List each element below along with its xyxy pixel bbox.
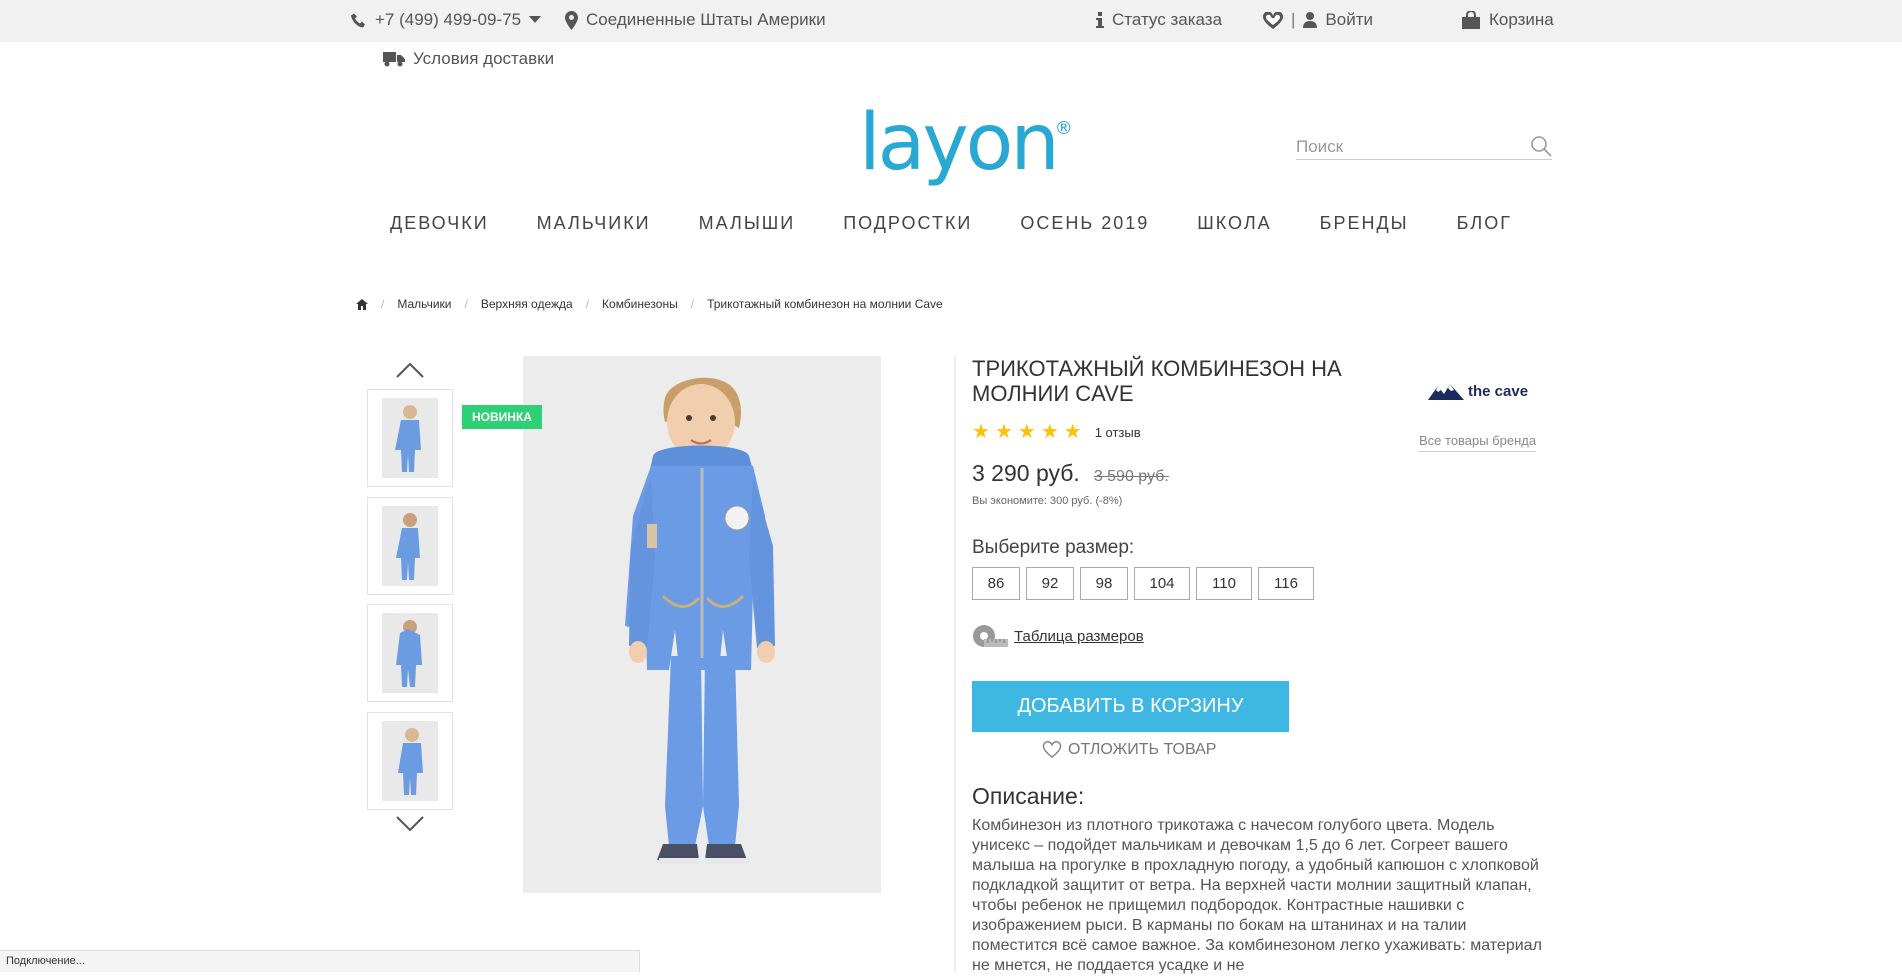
price-block: 3 290 руб. 3 590 руб. xyxy=(972,460,1169,487)
nav-item-blog[interactable]: БЛОГ xyxy=(1457,213,1512,234)
search-input[interactable] xyxy=(1296,128,1516,158)
column-divider xyxy=(954,356,956,972)
star-icon: ★ xyxy=(994,421,1013,443)
reviews-count-link[interactable]: 1 отзыв xyxy=(1095,425,1141,440)
new-badge: НОВИНКА xyxy=(462,405,542,429)
search-box xyxy=(1296,128,1552,160)
cart-link[interactable]: Корзина xyxy=(1461,10,1554,30)
phone-number: +7 (499) 499-09-75 xyxy=(375,10,522,29)
old-price: 3 590 руб. xyxy=(1093,468,1169,485)
size-option[interactable]: 86 xyxy=(972,567,1020,600)
size-option[interactable]: 92 xyxy=(1026,567,1074,600)
size-option[interactable]: 104 xyxy=(1134,567,1190,600)
chevron-down-icon[interactable] xyxy=(395,814,425,834)
gallery-thumbnail[interactable] xyxy=(367,497,453,595)
mountain-icon xyxy=(1428,384,1464,400)
rating-stars[interactable]: ★ ★ ★ ★ ★ 1 отзыв xyxy=(972,422,1141,442)
nav-item-autumn[interactable]: ОСЕНЬ 2019 xyxy=(1020,213,1149,234)
description-heading: Описание: xyxy=(972,783,1085,809)
site-logo[interactable]: layon ® xyxy=(859,104,1073,182)
brand-name: the cave xyxy=(1468,382,1529,400)
star-icon: ★ xyxy=(1063,421,1082,443)
phone-icon xyxy=(351,13,365,27)
home-icon[interactable] xyxy=(356,298,368,310)
product-title: ТРИКОТАЖНЫЙ КОМБИНЕЗОН НА МОЛНИИ CAVE xyxy=(972,356,1342,406)
breadcrumb-separator: / xyxy=(690,297,695,311)
shopping-bag-icon xyxy=(1462,11,1480,29)
brand-all-products-link[interactable]: Все товары бренда xyxy=(1419,433,1537,452)
breadcrumb: / Мальчики / Верхняя одежда / Комбинезон… xyxy=(356,297,943,311)
savings-text: Вы экономите: 300 руб. (-8%) xyxy=(972,495,1123,507)
size-table-label: Таблица размеров xyxy=(1014,627,1144,645)
gallery-thumbnail[interactable] xyxy=(367,604,453,702)
brand-logo[interactable]: the cave xyxy=(1428,382,1528,400)
thumbnail-image xyxy=(382,506,438,586)
registered-mark: ® xyxy=(1054,118,1073,139)
gallery-thumbnail[interactable] xyxy=(367,712,453,810)
nav-item-teens[interactable]: ПОДРОСТКИ xyxy=(843,213,972,234)
size-option[interactable]: 110 xyxy=(1196,567,1252,600)
nav-item-school[interactable]: ШКОЛА xyxy=(1197,213,1271,234)
account-group: | Войти xyxy=(1263,10,1373,30)
thumbnail-image xyxy=(382,613,438,693)
measuring-tape-icon xyxy=(973,625,1008,647)
description-text: Комбинезон из плотного трикотажа с начес… xyxy=(972,817,1542,974)
size-option[interactable]: 98 xyxy=(1080,567,1128,600)
thumbnail-image xyxy=(382,398,438,478)
size-label: Выберите размер: xyxy=(972,537,1135,558)
add-to-cart-button[interactable]: ДОБАВИТЬ В КОРЗИНУ xyxy=(972,681,1289,732)
star-icon: ★ xyxy=(1040,421,1059,443)
truck-icon xyxy=(383,52,405,67)
logo-text: layon xyxy=(859,98,1060,188)
search-icon[interactable] xyxy=(1530,135,1552,157)
nav-item-girls[interactable]: ДЕВОЧКИ xyxy=(390,213,489,234)
order-status-link[interactable]: Статус заказа xyxy=(1096,10,1222,30)
cart-label: Корзина xyxy=(1489,10,1554,29)
wishlist-link[interactable]: ОТЛОЖИТЬ ТОВАР xyxy=(1042,741,1216,759)
chevron-down-icon xyxy=(529,16,542,23)
star-icon: ★ xyxy=(972,421,990,443)
delivery-terms-link[interactable]: Условия доставки xyxy=(383,49,554,69)
size-option[interactable]: 116 xyxy=(1258,567,1314,600)
breadcrumb-separator: / xyxy=(585,297,590,311)
country-selector[interactable]: Соединенные Штаты Америки xyxy=(565,10,826,30)
wishlist-label: ОТЛОЖИТЬ ТОВАР xyxy=(1068,741,1217,758)
phone-link[interactable]: +7 (499) 499-09-75 xyxy=(351,10,542,30)
nav-item-boys[interactable]: МАЛЬЧИКИ xyxy=(537,213,651,234)
current-price: 3 290 руб. xyxy=(972,460,1080,486)
gallery-thumbnail[interactable] xyxy=(367,389,453,487)
breadcrumb-current: Трикотажный комбинезон на молнии Cave xyxy=(707,297,943,311)
main-product-image[interactable] xyxy=(523,356,881,893)
breadcrumb-separator: / xyxy=(464,297,468,311)
size-table-link[interactable]: Таблица размеров xyxy=(972,623,1144,649)
breadcrumb-item[interactable]: Верхняя одежда xyxy=(481,297,573,311)
top-bar: +7 (499) 499-09-75 Соединенные Штаты Аме… xyxy=(0,0,1902,42)
delivery-label: Условия доставки xyxy=(413,49,555,68)
heart-outline-icon xyxy=(1042,741,1062,758)
heart-icon[interactable] xyxy=(1263,11,1283,29)
breadcrumb-item[interactable]: Мальчики xyxy=(397,297,451,311)
breadcrumb-item[interactable]: Комбинезоны xyxy=(602,297,678,311)
login-link[interactable]: Войти xyxy=(1325,10,1373,30)
order-status-label: Статус заказа xyxy=(1112,10,1223,29)
main-nav: ДЕВОЧКИ МАЛЬЧИКИ МАЛЫШИ ПОДРОСТКИ ОСЕНЬ … xyxy=(0,213,1902,234)
chevron-up-icon[interactable] xyxy=(395,360,425,380)
thumbnail-image xyxy=(382,721,438,801)
location-pin-icon xyxy=(565,10,578,30)
nav-item-babies[interactable]: МАЛЫШИ xyxy=(699,213,796,234)
nav-item-brands[interactable]: БРЕНДЫ xyxy=(1320,213,1409,234)
breadcrumb-separator: / xyxy=(381,297,385,311)
browser-status-bar: Подключение... xyxy=(0,950,640,972)
info-icon xyxy=(1096,12,1104,28)
user-icon xyxy=(1303,12,1318,28)
topbar-divider: | xyxy=(1291,10,1296,29)
country-label: Соединенные Штаты Америки xyxy=(586,10,826,29)
star-icon: ★ xyxy=(1017,421,1036,443)
size-selector: 86 92 98 104 110 116 xyxy=(972,567,1314,600)
